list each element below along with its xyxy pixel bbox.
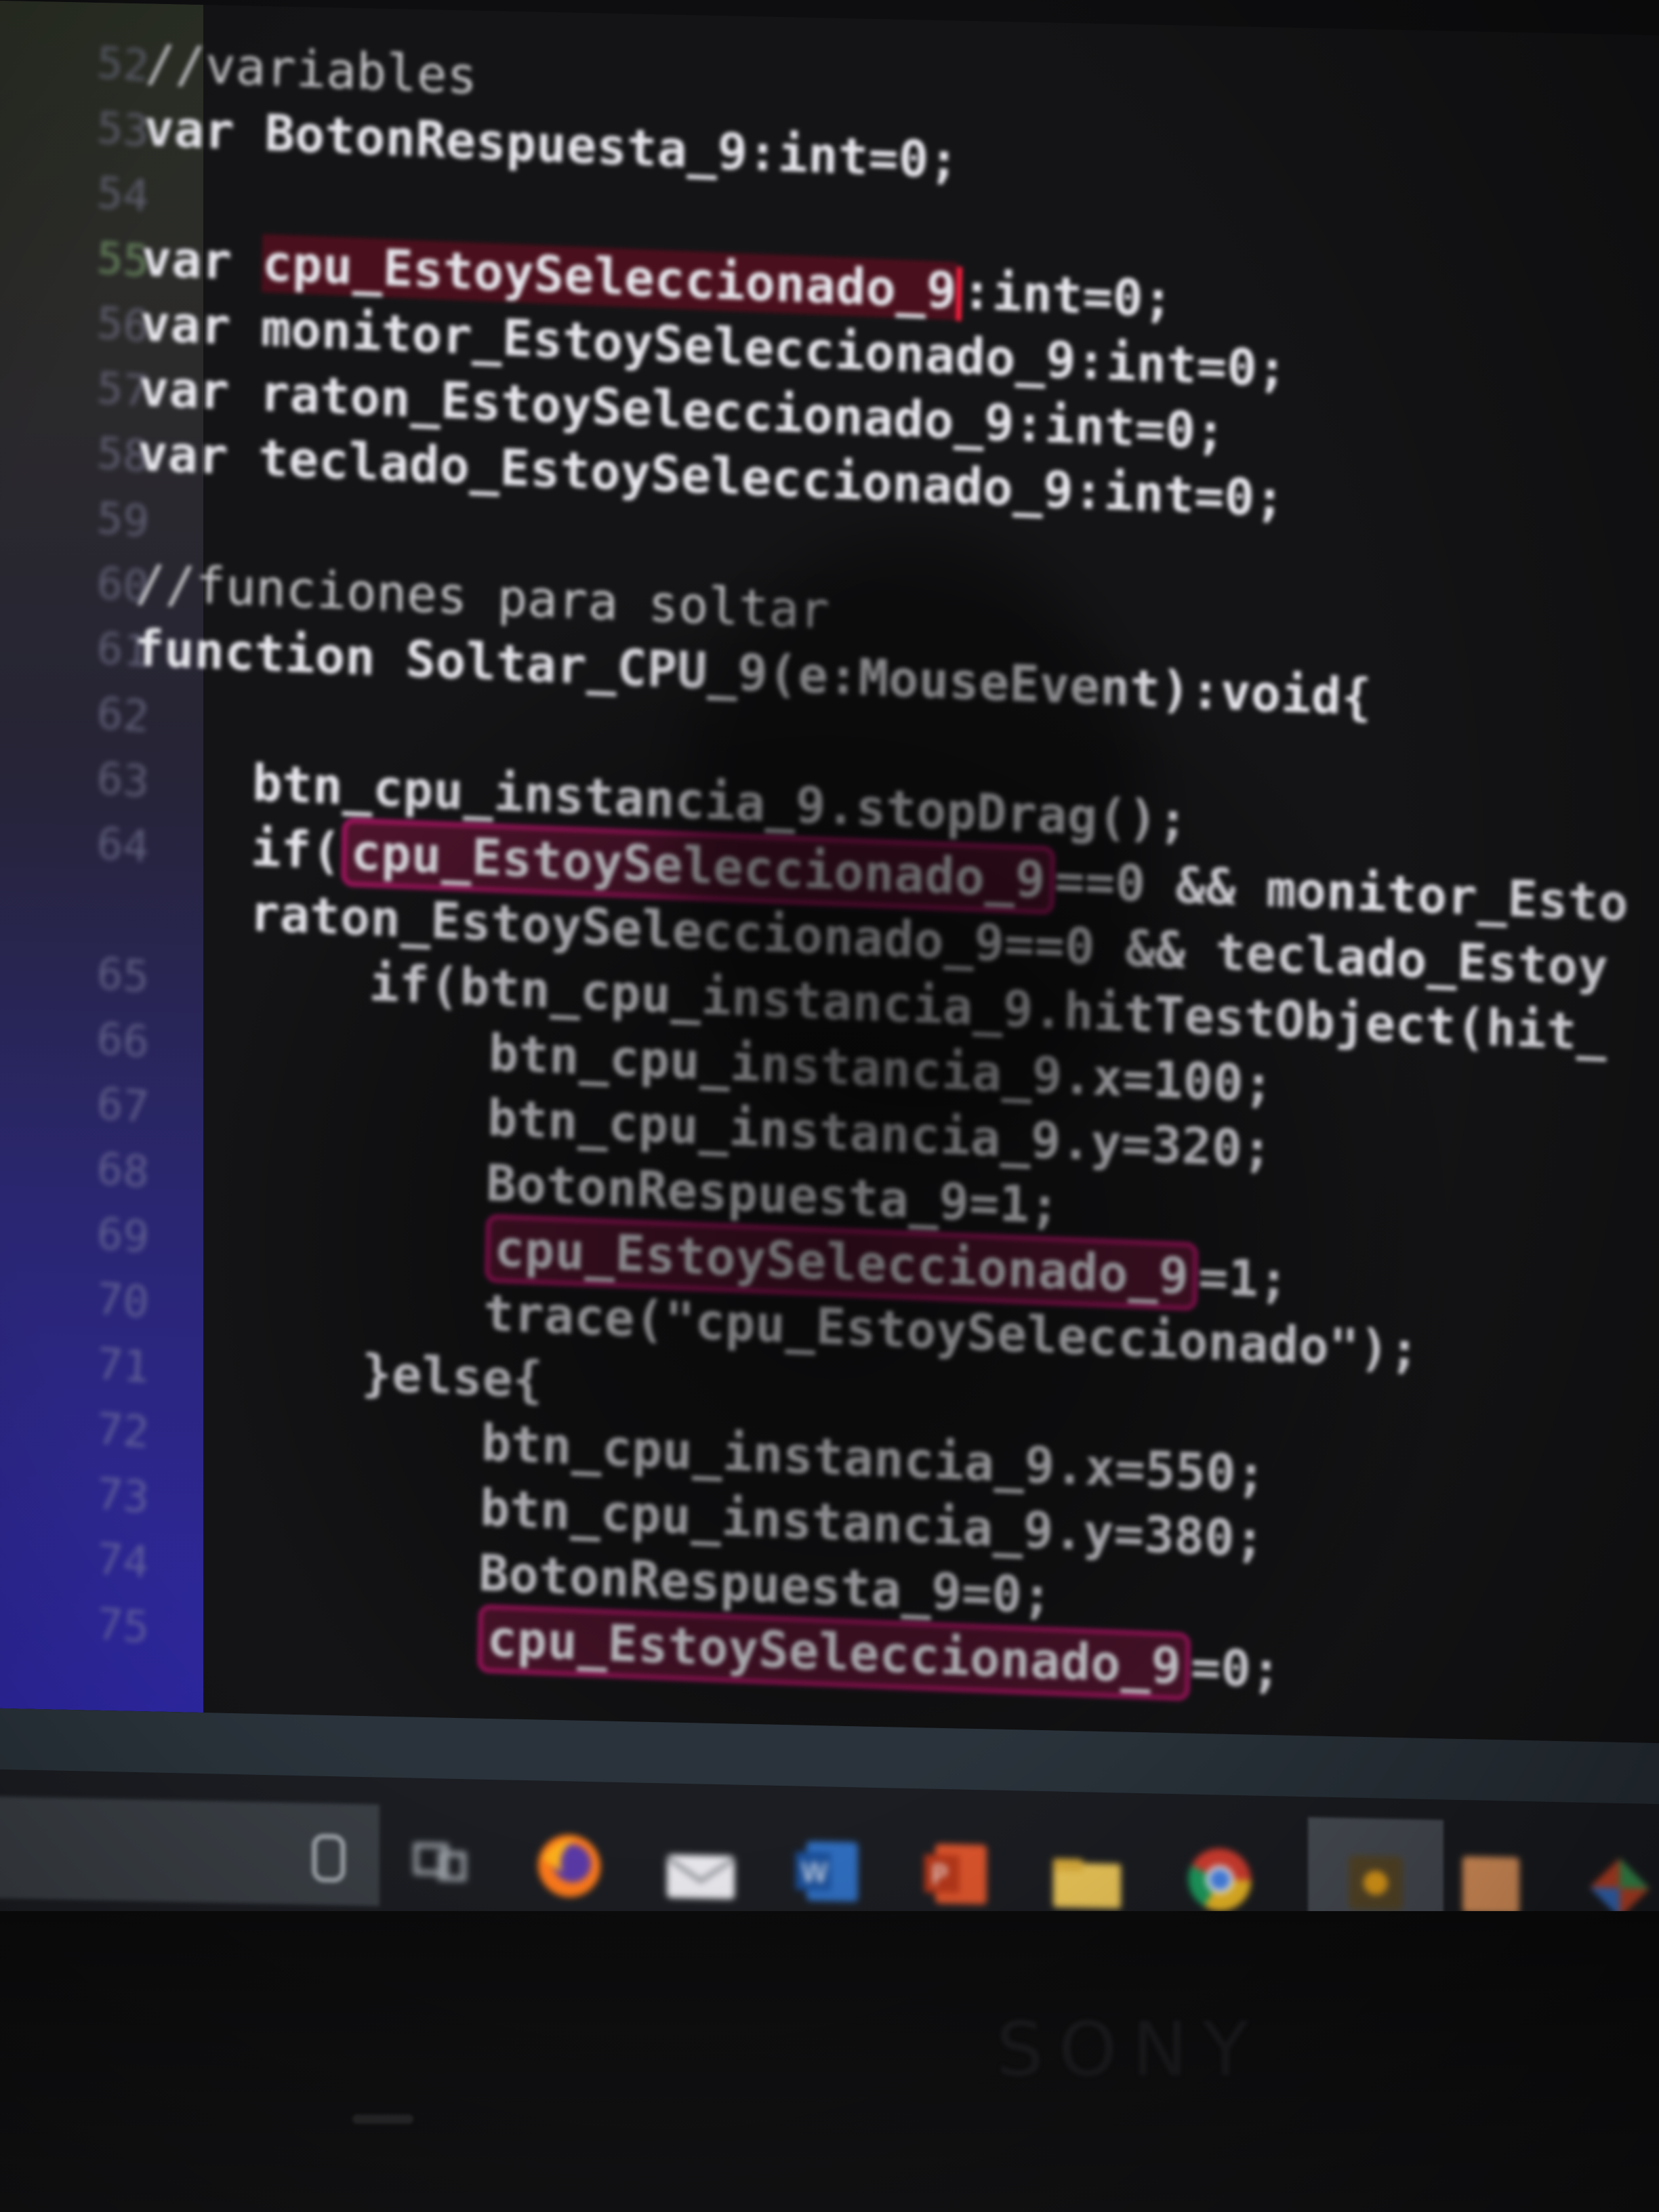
bezel-indicator — [352, 2114, 413, 2124]
photo-of-monitor: 52 53 54 55 56 57 58 59 60 61 62 63 64 6… — [0, 0, 1659, 2212]
powerpoint-icon[interactable]: P — [922, 1839, 989, 1908]
mail-icon[interactable] — [664, 1847, 736, 1917]
line-number: 57 — [95, 363, 150, 417]
svg-text:W: W — [801, 1858, 828, 1889]
line-number-current: 55 — [95, 233, 150, 287]
task-view-icon[interactable] — [413, 1842, 468, 1885]
line-number: 53 — [95, 103, 150, 157]
line-number: 52 — [95, 38, 150, 92]
app-orange-icon[interactable] — [1457, 1851, 1525, 1920]
line-number: 59 — [95, 493, 150, 548]
line-number: 58 — [95, 428, 150, 483]
line-number: 54 — [95, 168, 150, 222]
chrome-icon[interactable] — [1186, 1845, 1254, 1914]
line-number: 63 — [95, 754, 150, 808]
line-number: 61 — [95, 623, 150, 678]
line-number: 56 — [95, 298, 150, 352]
brand-logo: SONY — [996, 2006, 1263, 2093]
word-icon[interactable]: W — [793, 1837, 861, 1906]
line-number: 62 — [95, 689, 150, 743]
line-number: 60 — [95, 558, 150, 613]
code-editor-window: 52 53 54 55 56 57 58 59 60 61 62 63 64 6… — [0, 0, 1659, 1744]
firefox-icon[interactable] — [535, 1831, 603, 1900]
cortana-mic-icon[interactable] — [312, 1833, 346, 1883]
svg-text:P: P — [931, 1860, 947, 1892]
animate-icon[interactable] — [1342, 1848, 1410, 1917]
monitor-bezel — [0, 1911, 1659, 2212]
